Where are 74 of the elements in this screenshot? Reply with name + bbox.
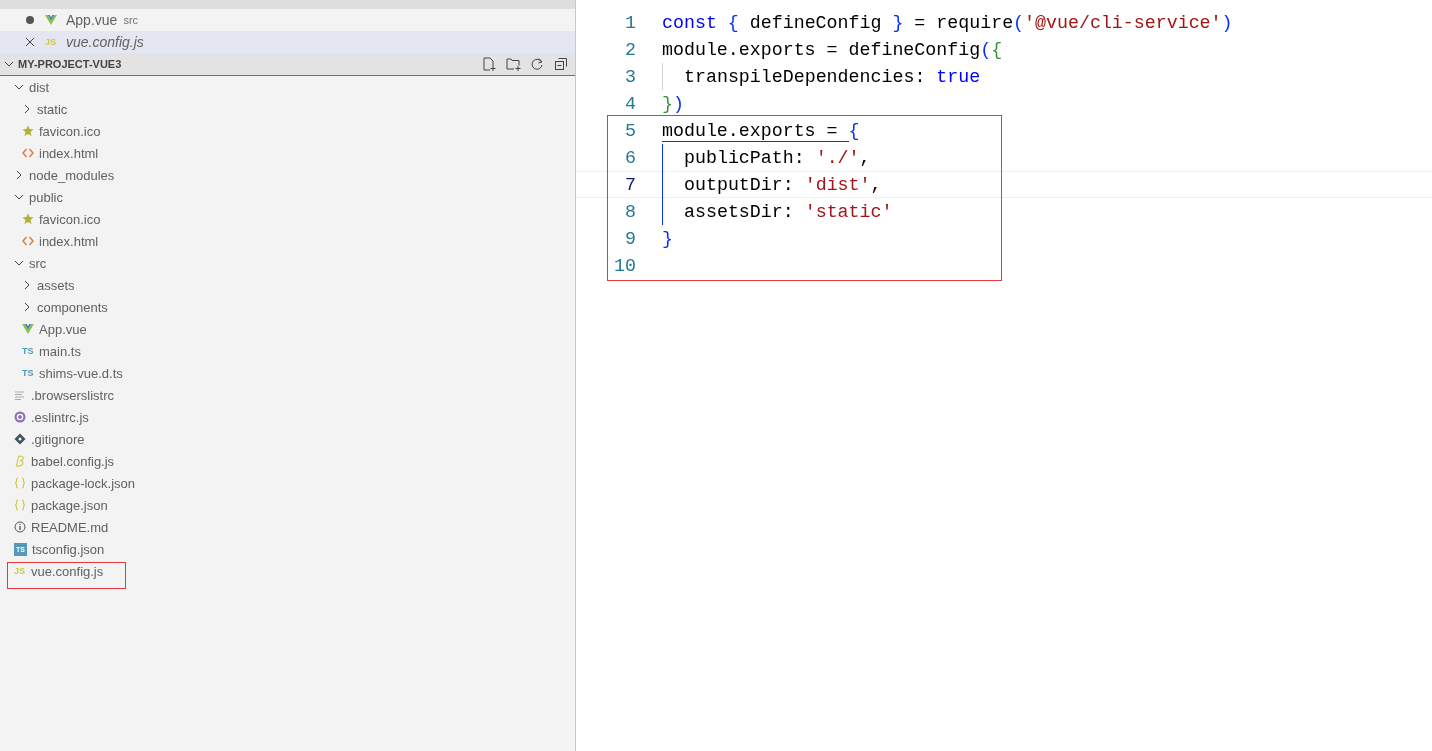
open-editor-item[interactable]: App.vue src bbox=[0, 9, 575, 31]
curly-braces-icon bbox=[14, 499, 26, 511]
file-item[interactable]: babel.config.js bbox=[0, 450, 575, 472]
file-item[interactable]: index.html bbox=[0, 142, 575, 164]
folder-item[interactable]: dist bbox=[0, 76, 575, 98]
line-number: 1 bbox=[624, 12, 636, 33]
collapse-all-icon[interactable] bbox=[554, 56, 569, 72]
file-item[interactable]: favicon.ico bbox=[0, 208, 575, 230]
info-icon bbox=[14, 521, 26, 533]
chevron-right-icon bbox=[22, 280, 32, 290]
code-line: outputDir: 'dist', bbox=[683, 174, 882, 195]
dot-icon bbox=[25, 15, 35, 25]
new-file-icon[interactable] bbox=[482, 56, 497, 72]
js-icon: JS bbox=[45, 36, 57, 48]
curly-braces-icon bbox=[14, 477, 26, 489]
chevron-right-icon bbox=[22, 104, 32, 114]
chevron-down-icon bbox=[4, 59, 14, 69]
new-folder-icon[interactable] bbox=[506, 56, 521, 72]
lines-icon bbox=[14, 389, 26, 401]
file-item[interactable]: .gitignore bbox=[0, 428, 575, 450]
file-item[interactable]: package.json bbox=[0, 494, 575, 516]
diamond-icon bbox=[14, 433, 26, 445]
ts-icon: TS bbox=[22, 367, 34, 379]
chevron-down-icon bbox=[14, 258, 24, 268]
folder-item[interactable]: static bbox=[0, 98, 575, 120]
folder-item[interactable]: public bbox=[0, 186, 575, 208]
file-item[interactable]: .eslintrc.js bbox=[0, 406, 575, 428]
line-number: 3 bbox=[624, 66, 636, 87]
line-number: 9 bbox=[624, 228, 636, 249]
chevron-right-icon bbox=[22, 302, 32, 312]
line-number: 6 bbox=[624, 147, 636, 168]
star-icon bbox=[22, 125, 34, 137]
code-line: assetsDir: 'static' bbox=[683, 201, 893, 222]
file-item[interactable]: JS vue.config.js bbox=[0, 560, 575, 582]
explorer-header[interactable]: MY-PROJECT-VUE3 bbox=[0, 53, 575, 76]
file-item[interactable]: .browserslistrc bbox=[0, 384, 575, 406]
js-icon: JS bbox=[14, 565, 26, 577]
line-number: 5 bbox=[624, 120, 636, 141]
code-line: }) bbox=[662, 93, 684, 114]
close-icon bbox=[25, 37, 35, 47]
line-number: 7 bbox=[624, 174, 636, 195]
v-logo-icon bbox=[22, 323, 34, 335]
star-icon bbox=[22, 213, 34, 225]
line-number: 8 bbox=[624, 201, 636, 222]
folder-item[interactable]: node_modules bbox=[0, 164, 575, 186]
code-line: } bbox=[662, 228, 673, 249]
open-editor-item[interactable]: JS vue.config.js bbox=[0, 31, 575, 53]
file-item[interactable]: README.md bbox=[0, 516, 575, 538]
angle-brackets-icon bbox=[22, 147, 34, 159]
code-line: publicPath: './', bbox=[683, 147, 871, 168]
script-b-icon bbox=[14, 455, 26, 467]
file-item[interactable]: App.vue bbox=[0, 318, 575, 340]
file-item[interactable]: package-lock.json bbox=[0, 472, 575, 494]
chevron-down-icon bbox=[14, 192, 24, 202]
chevron-down-icon bbox=[14, 82, 24, 92]
line-number: 4 bbox=[624, 93, 636, 114]
folder-item[interactable]: components bbox=[0, 296, 575, 318]
refresh-icon[interactable] bbox=[530, 56, 545, 72]
ts-icon: TS bbox=[22, 345, 34, 357]
file-item[interactable]: TS main.ts bbox=[0, 340, 575, 362]
angle-brackets-icon bbox=[22, 235, 34, 247]
code-line: module.exports = defineConfig({ bbox=[662, 39, 1003, 60]
code-line: module.exports = { bbox=[662, 120, 860, 141]
folder-item[interactable]: assets bbox=[0, 274, 575, 296]
file-item[interactable]: favicon.ico bbox=[0, 120, 575, 142]
line-number: 10 bbox=[613, 255, 636, 276]
line-number: 2 bbox=[624, 39, 636, 60]
v-logo-icon bbox=[45, 14, 57, 26]
code-line: transpileDependencies: true bbox=[683, 66, 981, 87]
file-item[interactable]: TS shims-vue.d.ts bbox=[0, 362, 575, 384]
folder-item[interactable]: src bbox=[0, 252, 575, 274]
file-item[interactable]: index.html bbox=[0, 230, 575, 252]
code-line: const { defineConfig } = require('@vue/cli-service') bbox=[662, 12, 1233, 33]
chevron-right-icon bbox=[14, 170, 24, 180]
